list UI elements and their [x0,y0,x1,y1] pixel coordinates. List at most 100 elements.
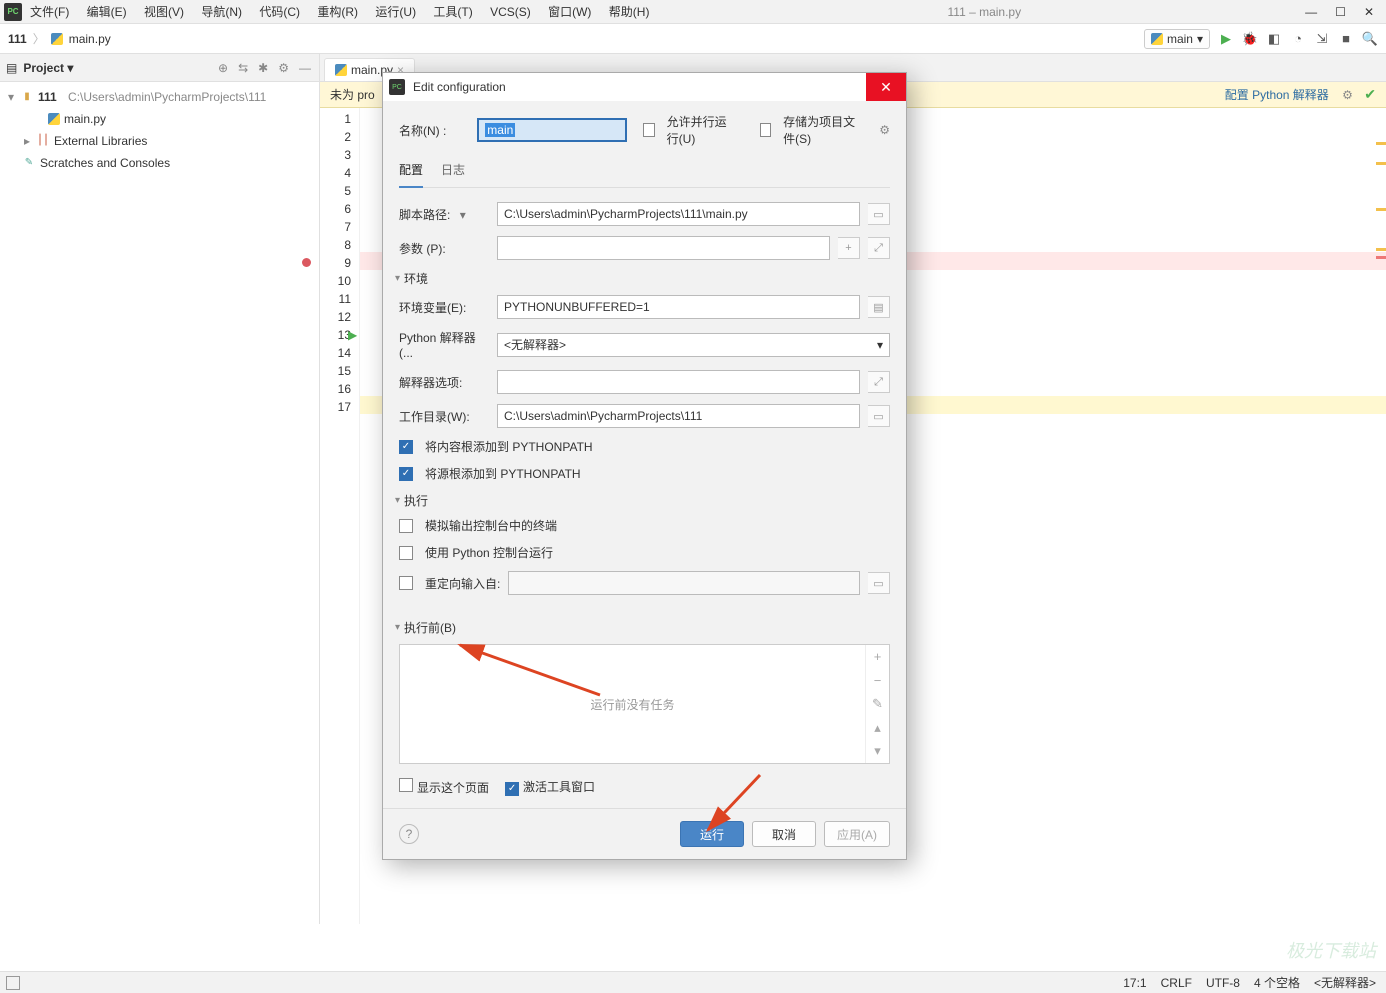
profile-icon[interactable]: ◔ [1290,31,1306,47]
env-vars-label: 环境变量(E): [399,299,489,316]
project-panel-title[interactable]: Project ▾ [23,61,210,75]
menu-window[interactable]: 窗口(W) [548,5,591,19]
menu-navigate[interactable]: 导航(N) [201,5,242,19]
interpreter-options-input[interactable] [497,370,860,394]
search-everywhere-icon[interactable]: 🔍 [1362,31,1378,47]
dialog-title: Edit configuration [413,80,866,94]
tree-scratches[interactable]: Scratches and Consoles [40,153,170,173]
tree-expander[interactable]: ▾ [6,87,16,107]
browse-folder-icon[interactable]: ▭ [868,572,890,594]
run-with-console-checkbox[interactable] [399,546,413,560]
add-content-roots-checkbox[interactable]: ✓ [399,440,413,454]
configure-interpreter-link[interactable]: 配置 Python 解释器 [1225,88,1329,102]
menu-tools[interactable]: 工具(T) [433,5,472,19]
chevron-down-icon[interactable]: ▾ [454,208,472,222]
before-launch-section-header[interactable]: ▾执行前(B) [395,619,890,636]
insert-macro-icon[interactable]: + [838,237,860,259]
crumb-file[interactable]: main.py [69,32,111,46]
stop-icon[interactable]: ■ [1338,31,1354,47]
settings-icon[interactable]: ⚙ [276,61,291,75]
gear-icon[interactable]: ⚙ [1342,88,1353,102]
show-this-page-checkbox[interactable] [399,778,413,792]
locate-icon[interactable]: ⊕ [216,61,230,75]
attach-icon[interactable]: ⇲ [1314,31,1330,47]
expand-field-icon[interactable]: ⤢ [868,237,890,259]
run-gutter-icon[interactable]: ▶ [348,326,357,344]
line-number: 2 [320,128,351,146]
remove-task-icon[interactable]: − [866,669,889,693]
working-dir-input[interactable]: C:\Users\admin\PycharmProjects\111 [497,404,860,428]
hide-panel-icon[interactable]: — [297,61,313,75]
tree-file-main[interactable]: main.py [64,109,106,129]
tree-external-libraries[interactable]: External Libraries [54,131,147,151]
menu-edit[interactable]: 编辑(E) [87,5,127,19]
edit-task-icon[interactable]: ✎ [866,692,889,716]
warning-text: 未为 pro [330,86,375,103]
tool-window-toggle-icon[interactable] [6,976,20,990]
menu-view[interactable]: 视图(V) [144,5,184,19]
browse-folder-icon[interactable]: ▭ [868,203,890,225]
coverage-icon[interactable]: ◧ [1266,31,1282,47]
redirect-input-path [508,571,860,595]
menu-file[interactable]: 文件(F) [30,5,69,19]
breakpoint-icon[interactable]: 9 [320,254,351,272]
execution-section-header[interactable]: ▾执行 [395,492,890,509]
tab-config[interactable]: 配置 [399,157,423,188]
run-with-console-label: 使用 Python 控制台运行 [425,544,553,561]
env-vars-input[interactable]: PYTHONUNBUFFERED=1 [497,295,860,319]
store-as-project-checkbox[interactable] [760,123,771,137]
menu-help[interactable]: 帮助(H) [609,5,650,19]
browse-folder-icon[interactable]: ▭ [868,405,890,427]
maximize-icon[interactable]: ☐ [1335,5,1346,19]
add-source-roots-checkbox[interactable]: ✓ [399,467,413,481]
script-path-input[interactable]: C:\Users\admin\PycharmProjects\111\main.… [497,202,860,226]
help-icon[interactable]: ? [399,824,419,844]
line-separator[interactable]: CRLF [1161,976,1192,990]
menu-code[interactable]: 代码(C) [259,5,300,19]
run-configuration-selector[interactable]: main ▾ [1144,29,1210,49]
name-input[interactable]: main [477,118,627,142]
edit-env-vars-icon[interactable]: ▤ [868,296,890,318]
tree-expander[interactable]: ▸ [22,131,32,151]
run-icon[interactable]: ▶ [1218,31,1234,47]
name-label: 名称(N) : [399,122,469,139]
parameters-input[interactable] [497,236,830,260]
move-down-icon[interactable]: ▾ [866,739,889,763]
gear-icon[interactable]: ⚙ [879,123,890,137]
python-file-icon [335,64,347,76]
interpreter-dropdown[interactable]: <无解释器>▾ [497,333,890,357]
script-path-label: 脚本路径: ▾ [399,206,489,223]
menu-refactor[interactable]: 重构(R) [317,5,358,19]
allow-parallel-checkbox[interactable] [643,123,654,137]
menu-vcs[interactable]: VCS(S) [490,5,531,19]
redirect-input-checkbox[interactable] [399,576,413,590]
menu-run[interactable]: 运行(U) [375,5,416,19]
move-up-icon[interactable]: ▴ [866,716,889,740]
project-tree[interactable]: ▾▮111 C:\Users\admin\PycharmProjects\111… [0,82,319,178]
expand-field-icon[interactable]: ⤢ [868,371,890,393]
environment-section-header[interactable]: ▾环境 [395,270,890,287]
minimize-icon[interactable]: ― [1305,5,1317,19]
add-content-roots-label: 将内容根添加到 PYTHONPATH [425,438,593,455]
debug-icon[interactable]: 🐞 [1242,31,1258,47]
line-number: 7 [320,218,351,236]
expand-all-icon[interactable]: ⇆ [236,61,250,75]
dialog-close-icon[interactable]: ✕ [866,73,906,101]
tab-logs[interactable]: 日志 [441,157,465,187]
interpreter-status[interactable]: <无解释器> [1314,974,1376,991]
close-window-icon[interactable]: ✕ [1364,5,1374,19]
error-stripe[interactable] [1376,108,1386,924]
caret-position[interactable]: 17:1 [1123,976,1146,990]
file-encoding[interactable]: UTF-8 [1206,976,1240,990]
indent-status[interactable]: 4 个空格 [1254,974,1300,991]
collapse-all-icon[interactable]: ✱ [256,61,270,75]
emulate-terminal-checkbox[interactable] [399,519,413,533]
activate-tool-window-checkbox[interactable]: ✓ [505,782,519,796]
editor-gutter[interactable]: 1 2 3 4 5 6 7 8 9 10 11 12 13▶ 14 15 16 … [320,108,360,924]
run-button[interactable]: 运行 [680,821,744,847]
crumb-project[interactable]: 111 [8,32,27,46]
cancel-button[interactable]: 取消 [752,821,816,847]
add-task-icon[interactable]: + [866,645,889,669]
tree-root[interactable]: 111 [38,87,57,107]
apply-button[interactable]: 应用(A) [824,821,890,847]
